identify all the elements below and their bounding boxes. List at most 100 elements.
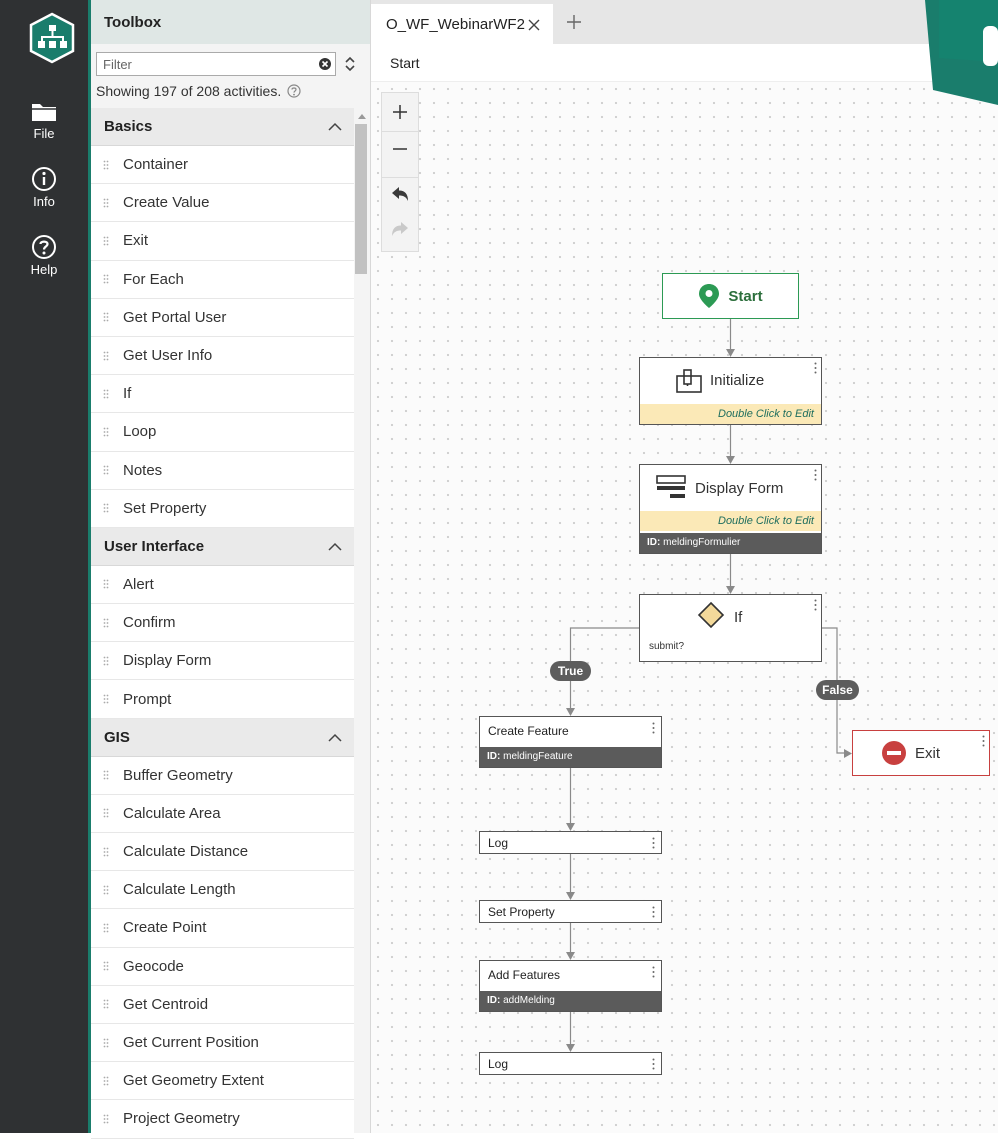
drag-handle-icon[interactable] — [103, 389, 109, 399]
activity-item[interactable]: Notes — [91, 451, 354, 490]
drag-handle-icon[interactable] — [103, 847, 109, 857]
node-menu-icon[interactable] — [652, 722, 655, 734]
drag-handle-icon[interactable] — [103, 579, 109, 589]
activity-item[interactable]: Get Geometry Extent — [91, 1062, 354, 1101]
nav-info[interactable]: Info — [0, 166, 88, 209]
canvas-controls — [381, 92, 419, 252]
add-tab-icon[interactable] — [566, 14, 582, 30]
initialize-node[interactable]: Initialize Double Click to Edit — [639, 357, 822, 425]
drag-handle-icon[interactable] — [103, 656, 109, 666]
chevron-up-icon[interactable] — [328, 122, 342, 131]
activity-item[interactable]: Get Portal User — [91, 298, 354, 337]
filter-row — [96, 52, 359, 76]
drag-handle-icon[interactable] — [103, 427, 109, 437]
drag-handle-icon[interactable] — [103, 885, 109, 895]
drag-handle-icon[interactable] — [103, 808, 109, 818]
display-form-node[interactable]: Display Form Double Click to Edit ID: me… — [639, 464, 822, 554]
drag-handle-icon[interactable] — [103, 770, 109, 780]
activity-item[interactable]: Confirm — [91, 604, 354, 643]
drag-handle-icon[interactable] — [103, 160, 109, 170]
start-node[interactable]: Start — [662, 273, 799, 319]
zoom-out-button[interactable] — [382, 131, 418, 166]
activity-item[interactable]: Calculate Length — [91, 871, 354, 910]
activity-item[interactable]: Set Property — [91, 489, 354, 528]
drag-handle-icon[interactable] — [103, 236, 109, 246]
activity-item-label: Create Point — [123, 919, 207, 937]
node-menu-icon[interactable] — [652, 1058, 655, 1070]
activity-item[interactable]: Exit — [91, 222, 354, 261]
set-property-node[interactable]: Set Property — [479, 900, 662, 923]
activity-item[interactable]: Loop — [91, 413, 354, 452]
drag-handle-icon[interactable] — [103, 694, 109, 704]
close-tab-icon[interactable] — [528, 19, 540, 31]
activity-item[interactable]: Create Value — [91, 184, 354, 223]
activity-item[interactable]: Get User Info — [91, 336, 354, 376]
chevron-up-icon[interactable] — [328, 733, 342, 742]
activity-item[interactable]: Buffer Geometry — [91, 756, 354, 795]
zoom-in-button[interactable] — [382, 95, 418, 129]
sort-toggle-icon[interactable] — [343, 55, 357, 73]
scroll-up-arrow[interactable] — [358, 114, 366, 119]
drag-handle-icon[interactable] — [103, 961, 109, 971]
activity-item[interactable]: Geocode — [91, 947, 354, 986]
activity-item[interactable]: Get Centroid — [91, 985, 354, 1024]
nav-file[interactable]: File — [0, 100, 88, 141]
activity-item[interactable]: Prompt — [91, 680, 354, 719]
group-header[interactable]: Basics — [91, 108, 354, 146]
node-menu-icon[interactable] — [652, 837, 655, 849]
add-features-node[interactable]: Add Features ID: addMelding — [479, 960, 662, 1012]
diamond-icon — [697, 601, 725, 629]
node-menu-icon[interactable] — [814, 469, 817, 481]
plus-icon — [393, 105, 407, 119]
undo-button[interactable] — [382, 177, 418, 212]
toolbox-scrollbar[interactable] — [355, 108, 370, 1133]
log-node[interactable]: Log — [479, 1052, 662, 1075]
drag-handle-icon[interactable] — [103, 999, 109, 1009]
redo-button[interactable] — [382, 213, 418, 247]
drag-handle-icon[interactable] — [103, 465, 109, 475]
node-menu-icon[interactable] — [982, 735, 985, 747]
activity-item[interactable]: If — [91, 375, 354, 414]
drag-handle-icon[interactable] — [103, 618, 109, 628]
tab-workflow[interactable]: O_WF_WebinarWF2 — [371, 4, 553, 44]
activity-item[interactable]: Alert — [91, 565, 354, 605]
log-node[interactable]: Log — [479, 831, 662, 854]
activity-item-label: Get Centroid — [123, 995, 209, 1013]
drag-handle-icon[interactable] — [103, 1114, 109, 1124]
activity-item[interactable]: Calculate Area — [91, 794, 354, 833]
nav-help[interactable]: Help — [0, 234, 88, 277]
activity-item[interactable]: For Each — [91, 260, 354, 299]
drag-handle-icon[interactable] — [103, 923, 109, 933]
activity-item[interactable]: Get Current Position — [91, 1023, 354, 1063]
activity-item[interactable]: Calculate Distance — [91, 833, 354, 872]
scroll-thumb[interactable] — [355, 124, 367, 274]
group-header[interactable]: GIS — [91, 718, 354, 757]
exit-node[interactable]: Exit — [852, 730, 990, 776]
filter-input[interactable] — [96, 52, 336, 76]
drag-handle-icon[interactable] — [103, 351, 109, 361]
create-feature-node[interactable]: Create Feature ID: meldingFeature — [479, 716, 662, 768]
drag-handle-icon[interactable] — [103, 198, 109, 208]
drag-handle-icon[interactable] — [103, 274, 109, 284]
activity-item[interactable]: Display Form — [91, 642, 354, 681]
activity-item[interactable]: Container — [91, 146, 354, 185]
clear-filter-icon[interactable] — [318, 57, 332, 71]
drag-handle-icon[interactable] — [103, 503, 109, 513]
drag-handle-icon[interactable] — [103, 312, 109, 322]
if-node[interactable]: If submit? — [639, 594, 822, 662]
node-menu-icon[interactable] — [814, 362, 817, 374]
app-sidebar: File Info Help — [0, 0, 88, 1133]
chevron-up-icon[interactable] — [328, 542, 342, 551]
id-label: ID: — [647, 537, 661, 548]
stop-icon — [882, 741, 906, 765]
question-icon[interactable] — [287, 84, 301, 98]
group-header[interactable]: User Interface — [91, 527, 354, 566]
node-menu-icon[interactable] — [814, 599, 817, 611]
breadcrumb[interactable]: Start — [371, 44, 998, 82]
node-menu-icon[interactable] — [652, 906, 655, 918]
drag-handle-icon[interactable] — [103, 1076, 109, 1086]
app-logo-icon[interactable] — [28, 12, 76, 64]
node-menu-icon[interactable] — [652, 966, 655, 978]
activity-item[interactable]: Create Point — [91, 909, 354, 948]
drag-handle-icon[interactable] — [103, 1038, 109, 1048]
